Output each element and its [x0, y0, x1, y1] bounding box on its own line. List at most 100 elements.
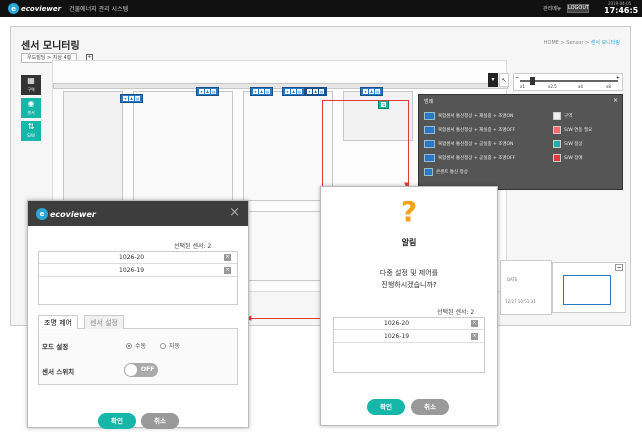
zoom-level-label: x8	[606, 84, 611, 89]
sensor-toggle-button[interactable]: ◉ 센서	[21, 98, 41, 118]
dialog-header: e ecoviewer ×	[28, 201, 248, 226]
info-timestamp: 12/27 10:51:31	[505, 299, 536, 304]
manage-menu-link[interactable]: 관리메뉴	[543, 5, 561, 12]
logo-text: ecoviewer	[50, 209, 96, 219]
question-icon: ?	[400, 195, 418, 228]
zone-swatch	[553, 112, 561, 120]
system-name: 건물에너지 관리 시스템	[69, 6, 129, 13]
breadcrumb: HOME > Sensor > 센서 모니터링	[544, 39, 620, 46]
sensor-marker[interactable]: ▾ ♟ ▤	[250, 87, 273, 96]
logout-button[interactable]: LOGOUT	[567, 4, 589, 13]
legend-item: 복합센서 통신정상 + 공실중 + 조명ON	[424, 139, 513, 149]
legend-item: S/W 정상	[553, 139, 583, 149]
legend-item: 복합센서 통신정상 + 재실중 + 조명ON	[424, 111, 513, 121]
tab-bar: 조명 제어 센서 설정	[38, 315, 238, 329]
selected-count: 선택된 센서: 2	[437, 309, 475, 316]
alert-message: 다중 설정 및 제어를 진행하시겠습니까?	[379, 269, 439, 289]
legend-title: 범례	[424, 99, 434, 105]
zoom-level-label: x4	[578, 84, 583, 89]
remove-icon[interactable]: ×	[471, 320, 478, 327]
cancel-button[interactable]: 취소	[411, 399, 449, 415]
tab-sensor-settings[interactable]: 센서 설정	[84, 315, 124, 329]
sensor-marker[interactable]: ▾ ♟ ▤	[360, 87, 383, 96]
close-icon[interactable]: ×	[613, 97, 618, 104]
sw-ok-swatch	[553, 140, 561, 148]
selected-list: 1026-20 × 1026-19 ×	[333, 317, 485, 373]
mode-label: 모드 설정	[42, 343, 69, 351]
dialog-logo: e ecoviewer	[36, 208, 96, 220]
legend-item: 콘센트 통신 정상	[424, 167, 468, 177]
sensor-icon	[424, 140, 435, 148]
zoom-level-label: x2.5	[548, 84, 557, 89]
tab-light-control[interactable]: 조명 제어	[38, 315, 78, 329]
sw-toggle-button[interactable]: ⇅ S/W	[21, 121, 41, 141]
minimap-viewport[interactable]	[563, 275, 611, 305]
close-icon[interactable]: ×	[229, 205, 240, 220]
logo-text: ecoviewer	[21, 4, 62, 13]
sensor-marker[interactable]: ▾ ♟ ▤	[282, 87, 305, 96]
control-dialog: e ecoviewer × 선택된 센서: 2 1026-20 × 1026-19…	[27, 200, 249, 429]
mode-manual-radio[interactable]: 수동	[126, 341, 146, 350]
zoom-out-icon[interactable]: −	[515, 75, 519, 81]
switch-icon: ⇅	[27, 122, 35, 131]
remove-icon[interactable]: ×	[471, 333, 478, 340]
corridor	[53, 83, 508, 89]
dropdown-arrow-button[interactable]: ▾	[488, 73, 498, 87]
grid-icon: ▦	[27, 76, 35, 85]
legend-item: 복합센서 통신정상 + 재실중 + 조명OFF	[424, 125, 515, 135]
info-panel: DATE 12/27 10:51:31	[500, 260, 552, 315]
list-item[interactable]: 1026-19 ×	[39, 265, 237, 277]
alert-dialog: ? 알림 다중 설정 및 제어를 진행하시겠습니까? 선택된 센서: 2 102…	[320, 186, 498, 426]
breadcrumb-path[interactable]: HOME > Sensor >	[544, 40, 591, 46]
pointer-tool-button[interactable]: ↖	[499, 73, 509, 87]
breadcrumb-current: 센서 모니터링	[590, 40, 620, 46]
list-item[interactable]: 1026-20 ×	[39, 252, 237, 264]
clock-display: 17:46:5	[604, 6, 639, 15]
logo-mark: e	[8, 3, 19, 14]
sensor-marker[interactable]: ▾ ♟ ▤	[196, 87, 219, 96]
mode-auto-radio[interactable]: 자동	[160, 341, 180, 350]
minimap[interactable]: −	[552, 262, 626, 313]
legend-panel: 범례 × 복합센서 통신정상 + 재실중 + 조명ON 복합센서 통신정상 + …	[418, 94, 623, 190]
connector-line	[322, 100, 408, 101]
room	[343, 91, 413, 141]
cancel-button[interactable]: 취소	[141, 413, 179, 429]
connector-line	[322, 100, 323, 188]
logo-mark: e	[36, 208, 48, 220]
zoom-slider[interactable]: − + x1 x2.5 x4 x8	[513, 73, 623, 91]
sensor-marker-selected[interactable]: ▾ ♟ ▤	[304, 87, 327, 96]
sensor-icon: ◉	[27, 99, 35, 108]
sw-fault-swatch	[553, 154, 561, 162]
top-bar: e ecoviewer 건물에너지 관리 시스템 관리메뉴 LOGOUT 201…	[0, 0, 642, 17]
legend-item: 복합센서 통신정상 + 공실중 + 조명OFF	[424, 153, 515, 163]
page-title: 센서 모니터링	[21, 41, 80, 52]
app-logo[interactable]: e ecoviewer 건물에너지 관리 시스템	[8, 3, 128, 14]
sensor-marker[interactable]: ▾ ♟ ▤	[120, 94, 143, 103]
room	[243, 91, 333, 201]
info-label: DATE	[507, 277, 518, 282]
selected-list: 1026-20 × 1026-19 ×	[38, 251, 238, 305]
minimize-icon[interactable]: −	[615, 264, 623, 271]
room	[133, 91, 233, 201]
radio-dot	[126, 342, 132, 349]
outlet-icon	[424, 168, 433, 176]
confirm-button[interactable]: 확인	[98, 413, 136, 429]
legend-item: 구역	[553, 111, 572, 121]
sensor-switch-toggle[interactable]: OFF	[124, 363, 158, 377]
zone-toggle-button[interactable]: ▦ 구역	[21, 75, 41, 95]
connector-line	[408, 100, 409, 186]
remove-icon[interactable]: ×	[224, 254, 231, 261]
zoom-handle[interactable]	[530, 77, 535, 85]
zoom-level-label: x1	[520, 84, 525, 89]
sw-link-swatch	[553, 126, 561, 134]
list-item[interactable]: 1026-20 ×	[334, 318, 484, 330]
list-item[interactable]: 1026-19 ×	[334, 331, 484, 343]
remove-icon[interactable]: ×	[224, 267, 231, 274]
sensor-icon	[424, 154, 435, 162]
selected-count: 선택된 센서: 2	[174, 243, 212, 250]
sw-marker[interactable]: ⇅	[378, 100, 389, 109]
alert-title: 알림	[401, 238, 417, 247]
confirm-button[interactable]: 확인	[367, 399, 405, 415]
switch-label: 센서 스위치	[42, 368, 75, 376]
legend-item: S/W 장애	[553, 153, 583, 163]
